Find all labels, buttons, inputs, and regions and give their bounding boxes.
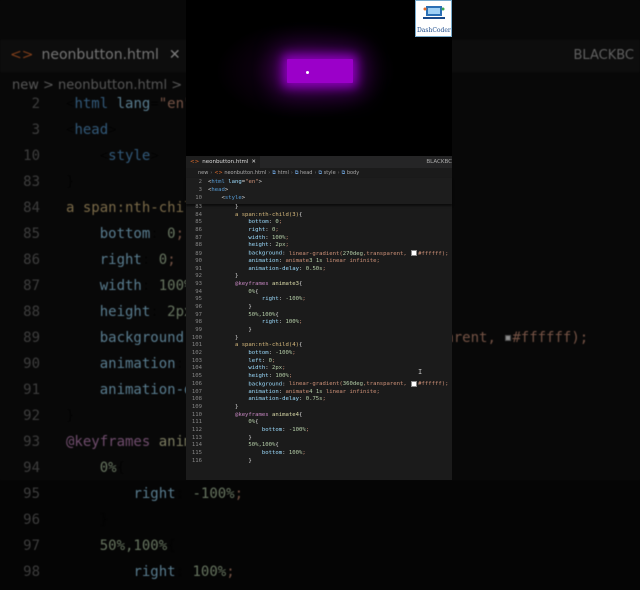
breadcrumb-separator: ›	[290, 170, 293, 176]
mouse-pointer-icon	[306, 71, 309, 74]
code-line[interactable]: 96 }	[186, 304, 452, 312]
code-line[interactable]: 83 }	[186, 204, 452, 212]
background-tab-label: neonbutton.html	[41, 47, 159, 63]
html-file-icon: <>	[190, 159, 200, 165]
background-code-line: 83}	[23, 174, 75, 190]
background-code-line: 96 }	[23, 512, 109, 528]
code-line[interactable]: 111 0%{	[186, 419, 452, 427]
code-line[interactable]: 109 }	[186, 404, 452, 412]
code-line[interactable]: 102 bottom: -100%;	[186, 350, 452, 358]
code-lines: 83 } 84 a span:nth-child(3){85 bottom: 0;…	[186, 204, 452, 465]
editor-right-label: BLACKBC	[426, 159, 452, 165]
code-line[interactable]: 93 @keyframes animate3{	[186, 281, 452, 289]
code-line[interactable]: 95 right: -100%;	[186, 296, 452, 304]
background-code-line: 94 0%{	[23, 460, 126, 476]
code-line[interactable]: 89 background: linear-gradient(270deg,tr…	[186, 250, 452, 258]
code-line[interactable]: 107 animation: animate4 1s linear infini…	[186, 389, 452, 397]
code-line[interactable]: 97 50%,100%{	[186, 312, 452, 320]
breadcrumb-item[interactable]: head	[300, 170, 312, 176]
background-code-line: 98 right: 100%;	[23, 564, 235, 580]
breadcrumb-separator: ›	[314, 170, 317, 176]
breadcrumb-separator: ›	[337, 170, 340, 176]
code-line[interactable]: 2 <html lang="en">	[186, 179, 262, 187]
code-line[interactable]: 86 right: 0;	[186, 227, 452, 235]
background-code-line: 97 50%,100%{	[23, 538, 176, 554]
close-icon: ✕	[168, 47, 181, 63]
laptop-icon	[423, 6, 445, 19]
breadcrumb-item[interactable]: neonbutton.html	[224, 170, 266, 176]
code-line[interactable]: 87 width: 100%;	[186, 235, 452, 243]
code-line[interactable]: 106 background: linear-gradient(360deg,t…	[186, 380, 452, 389]
breadcrumb-item[interactable]: new	[198, 170, 208, 176]
code-line[interactable]: 104 width: 2px;	[186, 365, 452, 373]
background-code-line: 92}	[23, 408, 75, 424]
background-code-line: 86 right: 0;	[23, 252, 176, 268]
editor-tab[interactable]: <> neonbutton.html ✕	[186, 156, 260, 168]
background-code-line: 85 bottom: 0;	[23, 226, 185, 242]
code-line[interactable]: 98 right: 100%;	[186, 319, 452, 327]
background-code-line: 10 <style>	[23, 148, 159, 164]
code-line[interactable]: 101 a span:nth-child(4){	[186, 342, 452, 350]
background-tab: <> neonbutton.html ✕	[10, 47, 181, 63]
code-line[interactable]: 110 @keyframes animate4{	[186, 412, 452, 420]
code-line[interactable]: 88 height: 2px;	[186, 242, 452, 250]
channel-logo: DashCoder	[415, 0, 452, 37]
code-line[interactable]: 103 left: 0;	[186, 358, 452, 366]
background-code-line: 88 height: 2px;	[23, 304, 201, 320]
background-code-line: 3 <head>	[31, 122, 117, 138]
code-line[interactable]: 113 }	[186, 435, 452, 443]
background-code-line: 87 width: 100%;	[23, 278, 201, 294]
code-line[interactable]: 112 bottom: -100%;	[186, 427, 452, 435]
breadcrumb-separator: ›	[210, 170, 213, 176]
html-file-icon: <>	[214, 170, 225, 176]
video-frame: DashCoder <> neonbutton.html ✕ BLACKBC new…	[186, 0, 452, 480]
text-cursor-icon: I	[418, 368, 423, 376]
code-line[interactable]: 90 animation: animate3 1s linear infinit…	[186, 258, 452, 266]
close-icon[interactable]: ✕	[251, 159, 256, 165]
sticky-scroll-header: 2 <html lang="en"> 3 <head> 10 <style>	[186, 178, 452, 204]
code-line[interactable]: 92 }	[186, 273, 452, 281]
code-line[interactable]: 115 bottom: 100%;	[186, 450, 452, 458]
code-line[interactable]: 3 <head>	[186, 187, 229, 195]
code-line[interactable]: 116 }	[186, 458, 452, 466]
breadcrumb-item[interactable]: body	[347, 170, 359, 176]
code-line[interactable]: 84 a span:nth-child(3){	[186, 212, 452, 220]
code-line[interactable]: 105 height: 100%;	[186, 373, 452, 381]
breadcrumb-item[interactable]: style	[324, 170, 336, 176]
code-line[interactable]: 94 0%{	[186, 289, 452, 297]
neon-button[interactable]	[287, 59, 353, 83]
code-line[interactable]: 114 50%,100%{	[186, 442, 452, 450]
code-line[interactable]: 99 }	[186, 327, 452, 335]
editor-tab-bar: <> neonbutton.html ✕ BLACKBC	[186, 156, 452, 168]
breadcrumb-separator: ›	[268, 170, 271, 176]
browser-preview	[186, 0, 452, 156]
code-line[interactable]: 85 bottom: 0;	[186, 219, 452, 227]
background-right-label: BLACKBC	[573, 48, 635, 63]
breadcrumb: new › <> neonbutton.html › ⧉ html › ⧉ head › ⧉ s…	[198, 170, 359, 176]
background-code-line: 2<html lang="en">	[31, 96, 201, 112]
breadcrumb-item[interactable]: html	[277, 170, 288, 176]
editor-tab-label: neonbutton.html	[202, 159, 249, 165]
logo-text: DashCoder	[417, 27, 451, 34]
code-line[interactable]: 10 <style>	[186, 195, 245, 203]
code-editor: <> neonbutton.html ✕ BLACKBC new › <> neonbu…	[186, 156, 452, 480]
code-line[interactable]: 91 animation-delay: 0.50s;	[186, 266, 452, 274]
code-line[interactable]: 100 }	[186, 335, 452, 343]
code-line[interactable]: 108 animation-delay: 0.75s;	[186, 396, 452, 404]
background-code-line: 95 right: -100%;	[23, 486, 244, 502]
html-file-icon: <>	[10, 47, 34, 63]
